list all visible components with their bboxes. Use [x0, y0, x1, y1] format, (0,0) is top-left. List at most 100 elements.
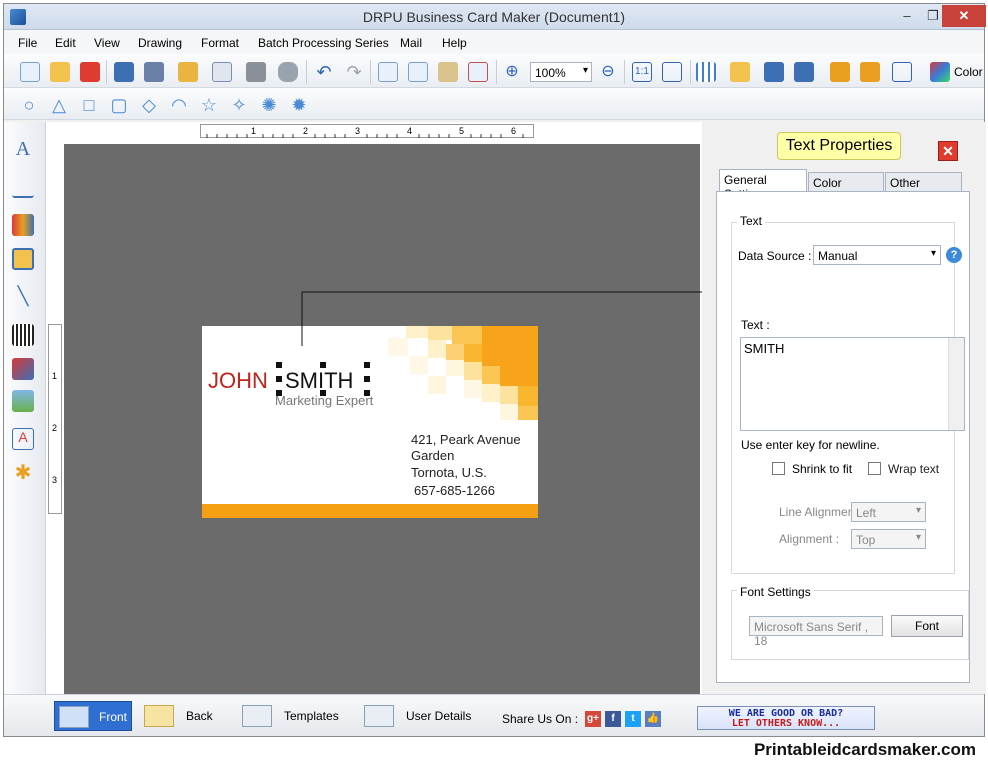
close-doc-icon[interactable] — [80, 62, 100, 82]
like-icon[interactable]: 👍 — [645, 711, 661, 727]
database-icon[interactable] — [278, 62, 298, 82]
tab-general-settings[interactable]: General Settings — [719, 169, 807, 201]
watermark-text: Printableidcardsmaker.com — [753, 740, 976, 759]
card-address-line[interactable]: 421, Peark Avenue — [411, 432, 521, 447]
lock-icon[interactable] — [830, 62, 850, 82]
data-source-select[interactable]: Manual ▾ — [813, 245, 941, 265]
new-icon[interactable] — [20, 62, 40, 82]
align-icon[interactable] — [892, 62, 912, 82]
rounded-rectangle-icon[interactable]: ▢ — [110, 96, 128, 114]
save-icon[interactable] — [114, 62, 134, 82]
menu-file[interactable]: File — [18, 36, 37, 50]
menu-help[interactable]: Help — [442, 36, 467, 50]
unlock-icon[interactable] — [860, 62, 880, 82]
card-phone[interactable]: 657-685-1266 — [414, 483, 495, 498]
ruler-label: 1 — [251, 126, 257, 136]
text-scrollbar[interactable] — [948, 338, 964, 430]
image-icon[interactable] — [12, 248, 34, 270]
menu-format[interactable]: Format — [201, 36, 239, 50]
arc-icon[interactable]: ◠ — [170, 96, 188, 114]
front-label: Front — [99, 710, 128, 724]
send-backward-icon[interactable] — [794, 62, 814, 82]
star-icon[interactable]: ☆ — [200, 96, 218, 114]
grid-icon[interactable] — [696, 62, 716, 82]
seal-icon[interactable]: ✹ — [290, 96, 308, 114]
design-canvas[interactable]: 1 2 3 4 5 6 1 2 3 JOHN SMITH Marketing E… — [46, 122, 702, 694]
tab-color-settings[interactable]: Color Settings — [808, 172, 884, 204]
open-icon[interactable] — [50, 62, 70, 82]
wrap-text-checkbox[interactable] — [868, 462, 881, 475]
color-icon[interactable] — [930, 62, 950, 82]
back-button[interactable]: Back — [142, 701, 222, 731]
selection-handle[interactable] — [364, 362, 370, 368]
tab-other-settings[interactable]: Other Settings — [885, 172, 962, 204]
zoom-select[interactable]: 100% ▾ — [530, 62, 592, 82]
triangle-icon[interactable]: △ — [50, 96, 68, 114]
menu-view[interactable]: View — [94, 36, 120, 50]
selection-handle[interactable] — [320, 362, 326, 368]
actual-size-icon[interactable]: 1:1 — [632, 62, 652, 82]
pencil-icon[interactable] — [12, 176, 34, 198]
burst-icon[interactable]: ✺ — [260, 96, 278, 114]
card-job-title[interactable]: Marketing Expert — [275, 393, 373, 408]
card-address-line[interactable]: Tornota, U.S. — [411, 465, 487, 480]
zoom-out-icon[interactable]: ⊖ — [598, 62, 618, 82]
redo-icon[interactable]: ↷ — [344, 62, 364, 82]
ellipse-icon[interactable]: ○ — [20, 96, 38, 114]
text-input-value: SMITH — [744, 341, 785, 356]
panel-close-icon[interactable]: ✕ — [938, 141, 958, 161]
diamond-icon[interactable]: ◇ — [140, 96, 158, 114]
watermark-icon[interactable] — [12, 358, 34, 380]
bring-forward-icon[interactable] — [764, 62, 784, 82]
rectangle-icon[interactable]: □ — [80, 96, 98, 114]
menu-drawing[interactable]: Drawing — [138, 36, 182, 50]
font-button[interactable]: Font — [891, 615, 963, 637]
picture-icon[interactable] — [12, 390, 34, 412]
signature-icon[interactable]: A — [12, 428, 34, 450]
vertical-ruler: 1 2 3 — [48, 324, 62, 514]
menu-edit[interactable]: Edit — [55, 36, 76, 50]
paste-icon[interactable] — [438, 62, 458, 82]
undo-icon[interactable]: ↶ — [314, 62, 334, 82]
feedback-banner[interactable]: WE ARE GOOD OR BAD? LET OTHERS KNOW... — [697, 706, 875, 730]
selection-handle[interactable] — [364, 376, 370, 382]
shrink-to-fit-checkbox[interactable] — [772, 462, 785, 475]
four-point-star-icon[interactable]: ✧ — [230, 96, 248, 114]
line-icon[interactable]: ╲ — [12, 286, 34, 308]
page-setup-icon[interactable] — [212, 62, 232, 82]
barcode-icon[interactable] — [12, 324, 34, 346]
google-plus-icon[interactable]: g+ — [585, 711, 601, 727]
fit-page-icon[interactable] — [662, 62, 682, 82]
twitter-icon[interactable]: t — [625, 711, 641, 727]
menu-batch-processing[interactable]: Batch Processing Series — [258, 36, 389, 50]
cut-icon[interactable] — [408, 62, 428, 82]
help-icon[interactable]: ? — [946, 247, 962, 263]
facebook-icon[interactable]: f — [605, 711, 621, 727]
card-address-line[interactable]: Garden — [411, 448, 454, 463]
templates-button[interactable]: Templates — [238, 701, 348, 731]
general-settings-body: Text Data Source : Manual ▾ ? Text : SMIT… — [716, 191, 970, 683]
copy-icon[interactable] — [378, 62, 398, 82]
business-card[interactable]: JOHN SMITH Marketing Expert 421, Peark A… — [202, 326, 538, 518]
export-icon[interactable] — [178, 62, 198, 82]
zoom-in-icon[interactable]: ⊕ — [502, 62, 522, 82]
menu-bar: File Edit View Drawing Format Batch Proc… — [4, 30, 984, 54]
user-details-button[interactable]: User Details — [362, 701, 474, 731]
puzzle-icon[interactable]: ✱ — [12, 460, 34, 484]
print-icon[interactable] — [246, 62, 266, 82]
line-alignment-select[interactable]: Left ▾ — [851, 502, 926, 522]
card-first-name[interactable]: JOHN — [208, 368, 268, 394]
save-as-icon[interactable] — [144, 62, 164, 82]
selection-handle[interactable] — [276, 362, 282, 368]
library-icon[interactable] — [12, 214, 34, 236]
selection-handle[interactable] — [276, 376, 282, 382]
text-tool-icon[interactable]: A — [12, 138, 34, 160]
text-input[interactable]: SMITH — [740, 337, 965, 431]
menu-mail[interactable]: Mail — [400, 36, 422, 50]
close-button[interactable]: ✕ — [942, 5, 986, 27]
alignment-select[interactable]: Top ▾ — [851, 529, 926, 549]
color-label[interactable]: Color — [954, 65, 983, 79]
delete-icon[interactable] — [468, 62, 488, 82]
front-button[interactable]: Front — [54, 701, 132, 731]
mail-icon[interactable] — [730, 62, 750, 82]
